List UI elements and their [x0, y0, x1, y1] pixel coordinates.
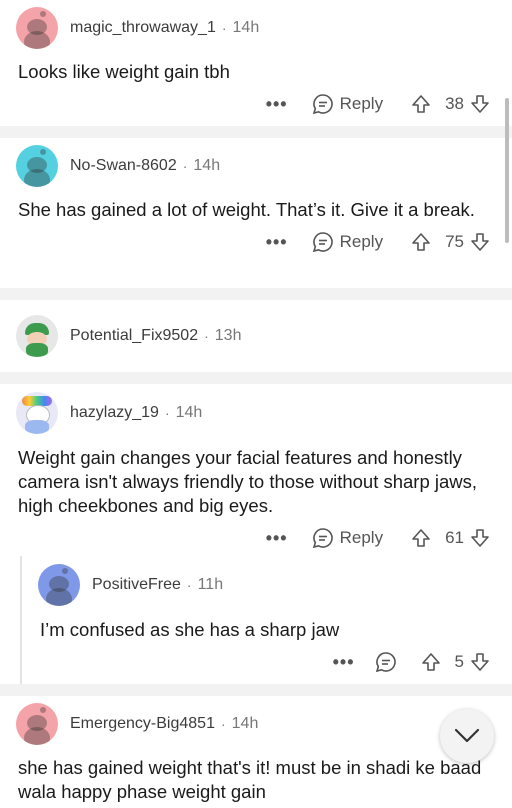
- comment: Emergency-Big4851 · 14h she has gained w…: [0, 696, 512, 804]
- timestamp: 14h: [231, 715, 259, 732]
- upvote-icon[interactable]: [411, 94, 431, 114]
- comment-collapsed[interactable]: Potential_Fix9502 · 13h: [0, 300, 512, 372]
- username[interactable]: magic_throwaway_1: [70, 19, 216, 37]
- reply-icon: [312, 232, 333, 253]
- timestamp: 13h: [214, 327, 242, 344]
- vote-count: 75: [445, 232, 464, 251]
- reply-icon: [375, 652, 396, 673]
- reply-button[interactable]: [375, 651, 403, 673]
- comment-text: Weight gain changes your facial features…: [18, 447, 478, 516]
- reply-button[interactable]: Reply: [312, 527, 383, 549]
- vote-count: 5: [454, 652, 464, 671]
- downvote-icon[interactable]: [470, 652, 490, 672]
- downvote-icon[interactable]: [470, 94, 490, 114]
- upvote-icon[interactable]: [421, 652, 441, 672]
- avatar[interactable]: [16, 703, 58, 745]
- more-options-icon[interactable]: •••: [333, 652, 355, 673]
- downvote-icon[interactable]: [470, 528, 490, 548]
- avatar[interactable]: [16, 145, 58, 187]
- scrollbar[interactable]: [505, 98, 509, 243]
- avatar[interactable]: [38, 564, 80, 606]
- upvote-icon[interactable]: [411, 232, 431, 252]
- avatar[interactable]: [16, 7, 58, 49]
- timestamp: 14h: [232, 19, 260, 36]
- timestamp: 11h: [197, 576, 224, 593]
- scroll-down-button[interactable]: [440, 709, 494, 763]
- reply-icon: [312, 528, 333, 549]
- avatar[interactable]: [16, 315, 58, 357]
- comment: hazylazy_19 · 14h Weight gain changes yo…: [0, 384, 512, 556]
- username[interactable]: hazylazy_19: [70, 404, 159, 422]
- reply-icon: [312, 94, 333, 115]
- upvote-icon[interactable]: [411, 528, 431, 548]
- timestamp: 14h: [193, 157, 221, 174]
- vote-count: 61: [445, 528, 464, 547]
- comment: No-Swan-8602 · 14h She has gained a lot …: [0, 138, 512, 288]
- username[interactable]: No-Swan-8602: [70, 157, 177, 175]
- more-options-icon[interactable]: •••: [266, 94, 288, 115]
- comment-text: Looks like weight gain tbh: [18, 61, 230, 82]
- vote-count: 38: [445, 94, 464, 113]
- timestamp: 14h: [175, 404, 203, 421]
- reply-button[interactable]: Reply: [312, 93, 383, 115]
- downvote-icon[interactable]: [470, 232, 490, 252]
- chevron-down-icon: [454, 728, 480, 743]
- username[interactable]: Potential_Fix9502: [70, 327, 198, 345]
- avatar[interactable]: [16, 392, 58, 434]
- nested-comment: PositiveFree · 11h I’m confused as she h…: [20, 556, 512, 684]
- username[interactable]: Emergency-Big4851: [70, 715, 215, 733]
- comment-text: I’m confused as she has a sharp jaw: [40, 619, 340, 640]
- comment-text: She has gained a lot of weight. That’s i…: [18, 199, 475, 220]
- more-options-icon[interactable]: •••: [266, 528, 288, 549]
- comment-text: she has gained weight that's it! must be…: [18, 757, 482, 802]
- comment: magic_throwaway_1 · 14h Looks like weigh…: [0, 0, 512, 126]
- reply-button[interactable]: Reply: [312, 231, 383, 253]
- username[interactable]: PositiveFree: [92, 576, 181, 594]
- more-options-icon[interactable]: •••: [266, 232, 288, 253]
